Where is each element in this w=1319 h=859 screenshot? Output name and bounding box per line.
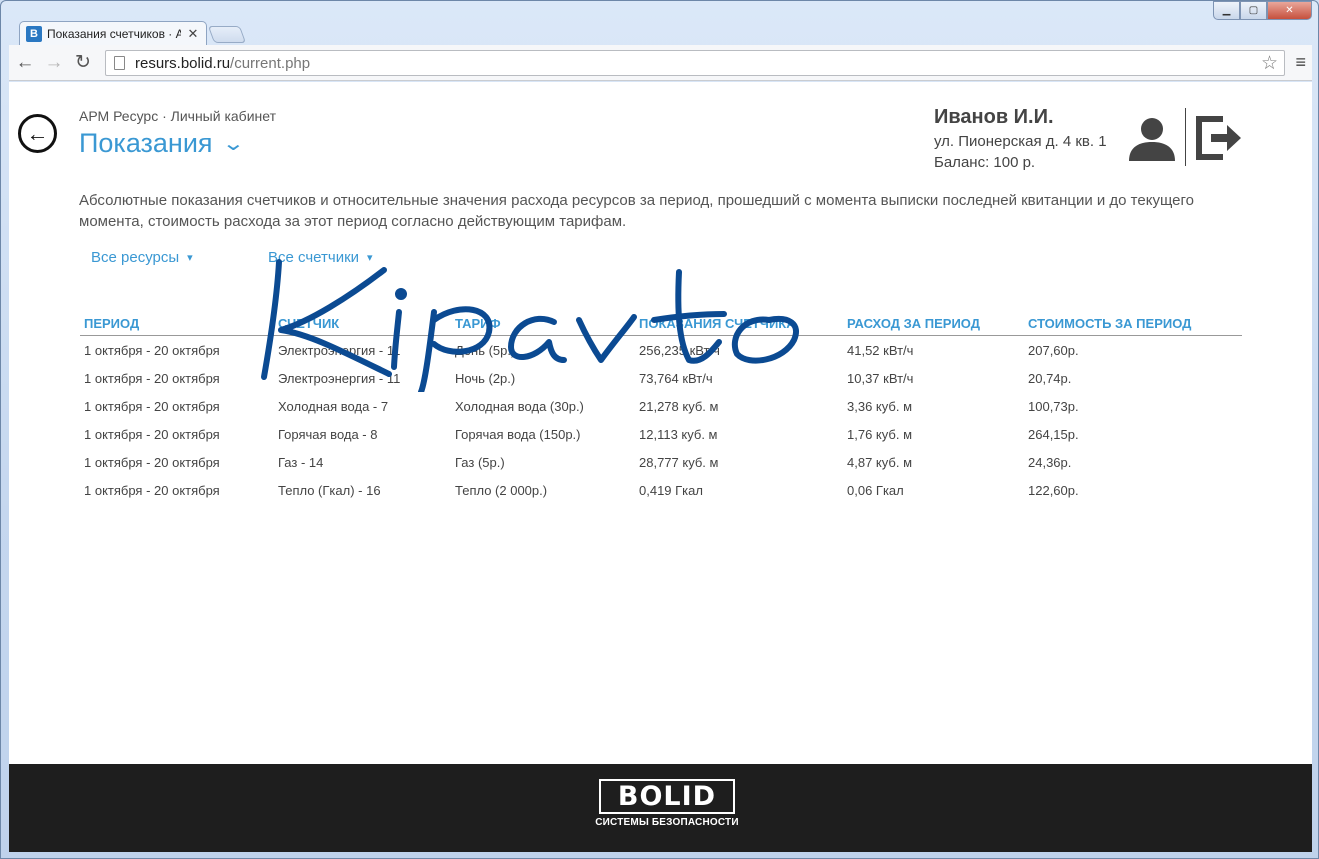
cell-meter: Электроэнергия - 11: [278, 370, 401, 386]
chevron-down-icon: ⌄: [221, 133, 245, 155]
meters-filter-label: Все счетчики: [268, 249, 360, 266]
page-title: Показания: [79, 128, 213, 158]
meters-filter[interactable]: Все счетчики ▾: [268, 249, 373, 266]
table-row: 1 октября - 20 октября Горячая вода - 8 …: [80, 420, 1242, 448]
table-row: 1 октября - 20 октября Электроэнергия - …: [80, 336, 1242, 364]
title-bar: B Показания счетчиков · А ✕ ▁ ▢ ✕: [1, 1, 1318, 46]
cell-reading: 12,113 куб. м: [639, 426, 718, 442]
maximize-button[interactable]: ▢: [1240, 1, 1267, 20]
table-row: 1 октября - 20 октября Электроэнергия - …: [80, 364, 1242, 392]
breadcrumb: АРМ Ресурс · Личный кабинет: [79, 108, 276, 124]
cell-reading: 21,278 куб. м: [639, 398, 719, 414]
window-controls: ▁ ▢ ✕: [1213, 1, 1312, 20]
cell-meter: Электроэнергия - 11: [278, 342, 401, 358]
user-address: ул. Пионерская д. 4 кв. 1: [934, 133, 1107, 150]
menu-icon[interactable]: ≡: [1295, 52, 1306, 73]
column-header-meter[interactable]: СЧЕТЧИК: [274, 316, 451, 331]
cell-tariff: Горячая вода (150р.): [455, 426, 581, 442]
cell-reading: 28,777 куб. м: [639, 454, 719, 470]
table-row: 1 октября - 20 октября Холодная вода - 7…: [80, 392, 1242, 420]
cell-meter: Горячая вода - 8: [278, 426, 378, 442]
user-name: Иванов И.И.: [934, 106, 1054, 128]
readings-table: ПЕРИОД СЧЕТЧИК ТАРИФ ПОКАЗАНИЯ СЧЕТЧИКА …: [80, 312, 1242, 504]
cell-reading: 256,235 кВт/ч: [639, 342, 720, 358]
cell-cost: 122,60р.: [1028, 482, 1079, 498]
browser-toolbar: ← → ↻ resurs.bolid.ru/current.php ☆ ≡: [9, 45, 1312, 81]
cell-reading: 0,419 Гкал: [639, 482, 703, 498]
logout-icon[interactable]: [1195, 115, 1243, 161]
cell-meter: Тепло (Гкал) - 16: [278, 482, 381, 498]
page-content: ← АРМ Ресурс · Личный кабинет Показания …: [9, 82, 1312, 852]
browser-tab[interactable]: B Показания счетчиков · А ✕: [19, 21, 207, 46]
cell-cost: 24,36р.: [1028, 454, 1072, 470]
cell-consumption: 3,36 куб. м: [847, 398, 912, 414]
table-row: 1 октября - 20 октября Тепло (Гкал) - 16…: [80, 476, 1242, 504]
cell-consumption: 41,52 кВт/ч: [847, 342, 914, 358]
column-header-consumption[interactable]: РАСХОД ЗА ПЕРИОД: [843, 316, 1024, 331]
chevron-down-icon: ▾: [367, 252, 373, 264]
cell-consumption: 1,76 куб. м: [847, 426, 912, 442]
page-description: Абсолютные показания счетчиков и относит…: [79, 192, 1194, 230]
favicon-icon: B: [26, 26, 42, 42]
column-header-cost[interactable]: СТОИМОСТЬ ЗА ПЕРИОД: [1024, 316, 1242, 331]
cell-period: 1 октября - 20 октября: [84, 426, 220, 442]
cell-meter: Газ - 14: [278, 454, 324, 470]
cell-tariff: Холодная вода (30р.): [455, 398, 584, 414]
header-divider: [1185, 108, 1186, 166]
new-tab-button[interactable]: [207, 26, 247, 43]
resources-filter-label: Все ресурсы: [91, 249, 180, 266]
user-balance: Баланс: 100 р.: [934, 154, 1036, 171]
user-info: Иванов И.И. ул. Пионерская д. 4 кв. 1 Ба…: [934, 106, 1107, 171]
cell-period: 1 октября - 20 октября: [84, 370, 220, 386]
cell-tariff: День (5р.): [455, 342, 516, 358]
cell-cost: 264,15р.: [1028, 426, 1079, 442]
url-text: resurs.bolid.ru/current.php: [135, 55, 310, 72]
column-header-tariff[interactable]: ТАРИФ: [451, 316, 635, 331]
cell-period: 1 октября - 20 октября: [84, 342, 220, 358]
chevron-down-icon: ▾: [187, 252, 193, 264]
cell-reading: 73,764 кВт/ч: [639, 370, 713, 386]
tab-close-icon[interactable]: ✕: [186, 26, 200, 42]
cell-period: 1 октября - 20 октября: [84, 398, 220, 414]
cell-consumption: 0,06 Гкал: [847, 482, 904, 498]
cell-meter: Холодная вода - 7: [278, 398, 389, 414]
cell-cost: 100,73р.: [1028, 398, 1079, 414]
column-header-reading[interactable]: ПОКАЗАНИЯ СЧЕТЧИКА: [635, 316, 843, 331]
address-bar[interactable]: resurs.bolid.ru/current.php ☆: [105, 50, 1285, 76]
cell-tariff: Ночь (2р.): [455, 370, 516, 386]
cell-cost: 207,60р.: [1028, 342, 1079, 358]
table-header: ПЕРИОД СЧЕТЧИК ТАРИФ ПОКАЗАНИЯ СЧЕТЧИКА …: [80, 312, 1242, 336]
cell-period: 1 октября - 20 октября: [84, 454, 220, 470]
browser-window: B Показания счетчиков · А ✕ ▁ ▢ ✕ ← → ↻ …: [0, 0, 1319, 859]
url-path: /current.php: [230, 54, 311, 72]
cell-consumption: 4,87 куб. м: [847, 454, 912, 470]
logo-subtitle: СИСТЕМЫ БЕЗОПАСНОСТИ: [595, 817, 739, 828]
url-host: resurs.bolid.ru: [135, 54, 231, 72]
bookmark-star-icon[interactable]: ☆: [1261, 52, 1278, 75]
reload-icon[interactable]: ↻: [70, 50, 96, 76]
back-arrow-icon[interactable]: ←: [12, 50, 38, 76]
column-header-period[interactable]: ПЕРИОД: [80, 316, 274, 331]
forward-arrow-icon[interactable]: →: [41, 50, 67, 76]
tab-title: Показания счетчиков · А: [47, 27, 181, 41]
resources-filter[interactable]: Все ресурсы ▾: [91, 249, 193, 266]
arrow-left-circle-icon[interactable]: ←: [18, 114, 57, 153]
bolid-logo[interactable]: BOLID: [599, 779, 735, 814]
minimize-button[interactable]: ▁: [1213, 1, 1240, 20]
page-icon: [114, 56, 125, 70]
footer: BOLID СИСТЕМЫ БЕЗОПАСНОСТИ: [9, 764, 1312, 852]
page-title-dropdown[interactable]: Показания ⌄: [79, 128, 245, 159]
cell-tariff: Газ (5р.): [455, 454, 505, 470]
table-row: 1 октября - 20 октября Газ - 14 Газ (5р.…: [80, 448, 1242, 476]
user-icon[interactable]: [1127, 117, 1177, 161]
cell-consumption: 10,37 кВт/ч: [847, 370, 914, 386]
cell-tariff: Тепло (2 000р.): [455, 482, 548, 498]
cell-cost: 20,74р.: [1028, 370, 1072, 386]
cell-period: 1 октября - 20 октября: [84, 482, 220, 498]
close-window-button[interactable]: ✕: [1267, 1, 1312, 20]
